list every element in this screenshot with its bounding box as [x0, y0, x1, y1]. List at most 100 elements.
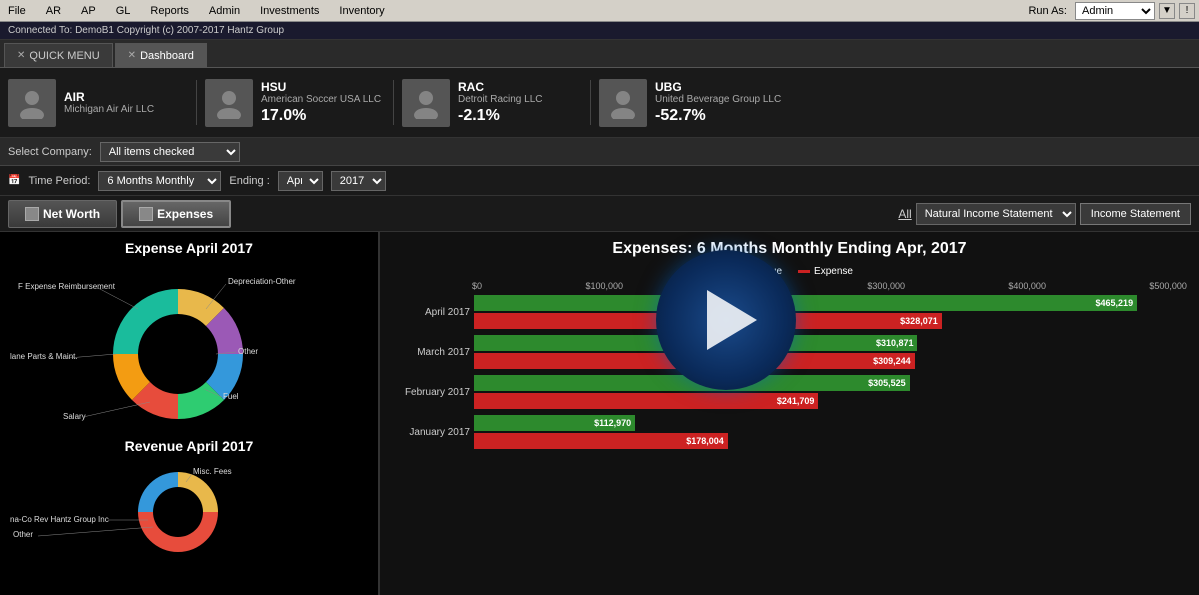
- axis-100k: $100,000: [585, 281, 623, 291]
- revenue-bar-february-wrapper: $305,525: [474, 375, 1187, 391]
- video-play-button[interactable]: [656, 250, 796, 390]
- company-name-hsu: American Soccer USA LLC: [261, 94, 381, 105]
- bar-label-february: February 2017: [392, 387, 470, 398]
- axis-labels: $0 $100,000 $200,000 $300,000 $400,000 $…: [392, 281, 1187, 291]
- menu-ar[interactable]: AR: [42, 3, 65, 19]
- bar-label-january: January 2017: [392, 427, 470, 438]
- company-cards-row: AIR Michigan Air Air LLC HSU American So…: [0, 68, 1199, 138]
- axis-500k: $500,000: [1149, 281, 1187, 291]
- select-company-bar: Select Company: All items checked: [0, 138, 1199, 166]
- menu-file[interactable]: File: [4, 3, 30, 19]
- bar-row-february: February 2017 $305,525 $241,709: [392, 375, 1187, 409]
- company-info-ubg: UBG United Beverage Group LLC -52.7%: [655, 80, 781, 125]
- ending-year-dropdown[interactable]: 2017 2016: [331, 171, 386, 191]
- svg-text:na-Co Rev Hantz Group Inc: na-Co Rev Hantz Group Inc: [10, 515, 109, 524]
- revenue-donut-svg: Misc. Fees na-Co Rev Hantz Group Inc Oth…: [8, 462, 348, 552]
- company-card-air[interactable]: AIR Michigan Air Air LLC: [8, 76, 188, 129]
- company-card-rac[interactable]: RAC Detroit Racing LLC -2.1%: [402, 76, 582, 129]
- expense-bar-january: $178,004: [474, 433, 728, 449]
- company-code-ubg: UBG: [655, 80, 781, 94]
- company-info-hsu: HSU American Soccer USA LLC 17.0%: [261, 80, 381, 125]
- expense-donut-svg: F Expense Reimbursement Depreciation-Oth…: [8, 264, 348, 434]
- revenue-bar-april: $465,219: [474, 295, 1137, 311]
- svg-text:Depreciation-Other: Depreciation-Other: [228, 277, 296, 286]
- expense-donut-container: F Expense Reimbursement Depreciation-Oth…: [8, 264, 348, 434]
- company-name-rac: Detroit Racing LLC: [458, 94, 542, 105]
- right-panel: Expenses: 6 Months Monthly Ending Apr, 2…: [380, 232, 1199, 595]
- menu-reports[interactable]: Reports: [146, 3, 193, 19]
- legend-expense-dot: [798, 270, 810, 273]
- all-link[interactable]: All: [898, 207, 911, 221]
- revenue-bar-april-wrapper: $465,219: [474, 295, 1187, 311]
- expense-bar-march-wrapper: $309,244: [474, 353, 1187, 369]
- bars-january: $112,970 $178,004: [474, 415, 1187, 449]
- revenue-value-april: $465,219: [1096, 298, 1134, 308]
- svg-text:Other: Other: [13, 530, 33, 539]
- revenue-chart-title: Revenue April 2017: [8, 438, 370, 454]
- revenue-value-march: $310,871: [876, 338, 914, 348]
- net-worth-label: Net Worth: [43, 207, 100, 221]
- axis-300k: $300,000: [867, 281, 905, 291]
- company-card-ubg[interactable]: UBG United Beverage Group LLC -52.7%: [599, 76, 781, 129]
- expense-chart-title: Expense April 2017: [8, 240, 370, 256]
- left-panel: Expense April 2017: [0, 232, 380, 595]
- run-as-extra-button[interactable]: !: [1179, 3, 1195, 19]
- menu-gl[interactable]: GL: [112, 3, 135, 19]
- revenue-bar-january: $112,970: [474, 415, 635, 431]
- company-card-hsu[interactable]: HSU American Soccer USA LLC 17.0%: [205, 76, 385, 129]
- divider-1: [196, 80, 197, 125]
- menu-admin[interactable]: Admin: [205, 3, 244, 19]
- company-code-air: AIR: [64, 90, 154, 104]
- tab-quick-menu-label: QUICK MENU: [29, 50, 99, 62]
- avatar-hsu: [205, 79, 253, 127]
- tab-quick-menu[interactable]: ✕ QUICK MENU: [4, 43, 113, 67]
- company-code-hsu: HSU: [261, 80, 381, 94]
- company-dropdown[interactable]: All items checked: [100, 142, 240, 162]
- bar-label-march: March 2017: [392, 347, 470, 358]
- axis-400k: $400,000: [1008, 281, 1046, 291]
- bars-february: $305,525 $241,709: [474, 375, 1187, 409]
- revenue-value-february: $305,525: [868, 378, 906, 388]
- income-statement-button[interactable]: Income Statement: [1080, 203, 1191, 225]
- menu-inventory[interactable]: Inventory: [335, 3, 388, 19]
- expense-bar-april-wrapper: $328,071: [474, 313, 1187, 329]
- expenses-icon: [139, 207, 153, 221]
- svg-text:Misc. Fees: Misc. Fees: [193, 467, 232, 476]
- connected-bar: Connected To: DemoB1 Copyright (c) 2007-…: [0, 22, 1199, 40]
- run-as-button[interactable]: ▼: [1159, 3, 1175, 19]
- net-worth-button[interactable]: Net Worth: [8, 200, 117, 228]
- bars-april: $465,219 $328,071: [474, 295, 1187, 329]
- menu-bar: File AR AP GL Reports Admin Investments …: [0, 0, 1199, 22]
- menu-investments[interactable]: Investments: [256, 3, 323, 19]
- expense-value-january: $178,004: [686, 436, 724, 446]
- run-as-label: Run As:: [1024, 3, 1071, 19]
- menu-ap[interactable]: AP: [77, 3, 100, 19]
- avatar-ubg: [599, 79, 647, 127]
- controls-bar: 📅 Time Period: 6 Months Monthly 3 Months…: [0, 166, 1199, 196]
- run-as-dropdown[interactable]: Admin: [1075, 2, 1155, 20]
- company-value-ubg: -52.7%: [655, 107, 781, 125]
- divider-2: [393, 80, 394, 125]
- tabs-bar: ✕ QUICK MENU ✕ Dashboard: [0, 40, 1199, 68]
- play-triangle-icon: [707, 290, 757, 350]
- bar-label-april: April 2017: [392, 307, 470, 318]
- svg-text:Other: Other: [238, 347, 258, 356]
- expenses-button[interactable]: Expenses: [121, 200, 231, 228]
- expense-bar-january-wrapper: $178,004: [474, 433, 1187, 449]
- connected-text: Connected To: DemoB1 Copyright (c) 2007-…: [8, 25, 284, 36]
- revenue-bar-march-wrapper: $310,871: [474, 335, 1187, 351]
- net-worth-icon: [25, 207, 39, 221]
- bar-chart-legend: Revenue Expense: [392, 266, 1187, 277]
- ending-label: Ending :: [229, 175, 269, 187]
- ending-month-dropdown[interactable]: Apr Mar Feb Jan: [278, 171, 323, 191]
- svg-text:Fuel: Fuel: [223, 392, 239, 401]
- tab-dashboard[interactable]: ✕ Dashboard: [115, 43, 207, 67]
- statement-dropdown[interactable]: Natural Income Statement: [916, 203, 1076, 225]
- time-period-dropdown[interactable]: 6 Months Monthly 3 Months Monthly 12 Mon…: [98, 171, 221, 191]
- bar-chart-title: Expenses: 6 Months Monthly Ending Apr, 2…: [392, 240, 1187, 258]
- expense-value-february: $241,709: [777, 396, 815, 406]
- svg-text:Salary: Salary: [63, 412, 86, 421]
- divider-3: [590, 80, 591, 125]
- expense-value-march: $309,244: [873, 356, 911, 366]
- bars-march: $310,871 $309,244: [474, 335, 1187, 369]
